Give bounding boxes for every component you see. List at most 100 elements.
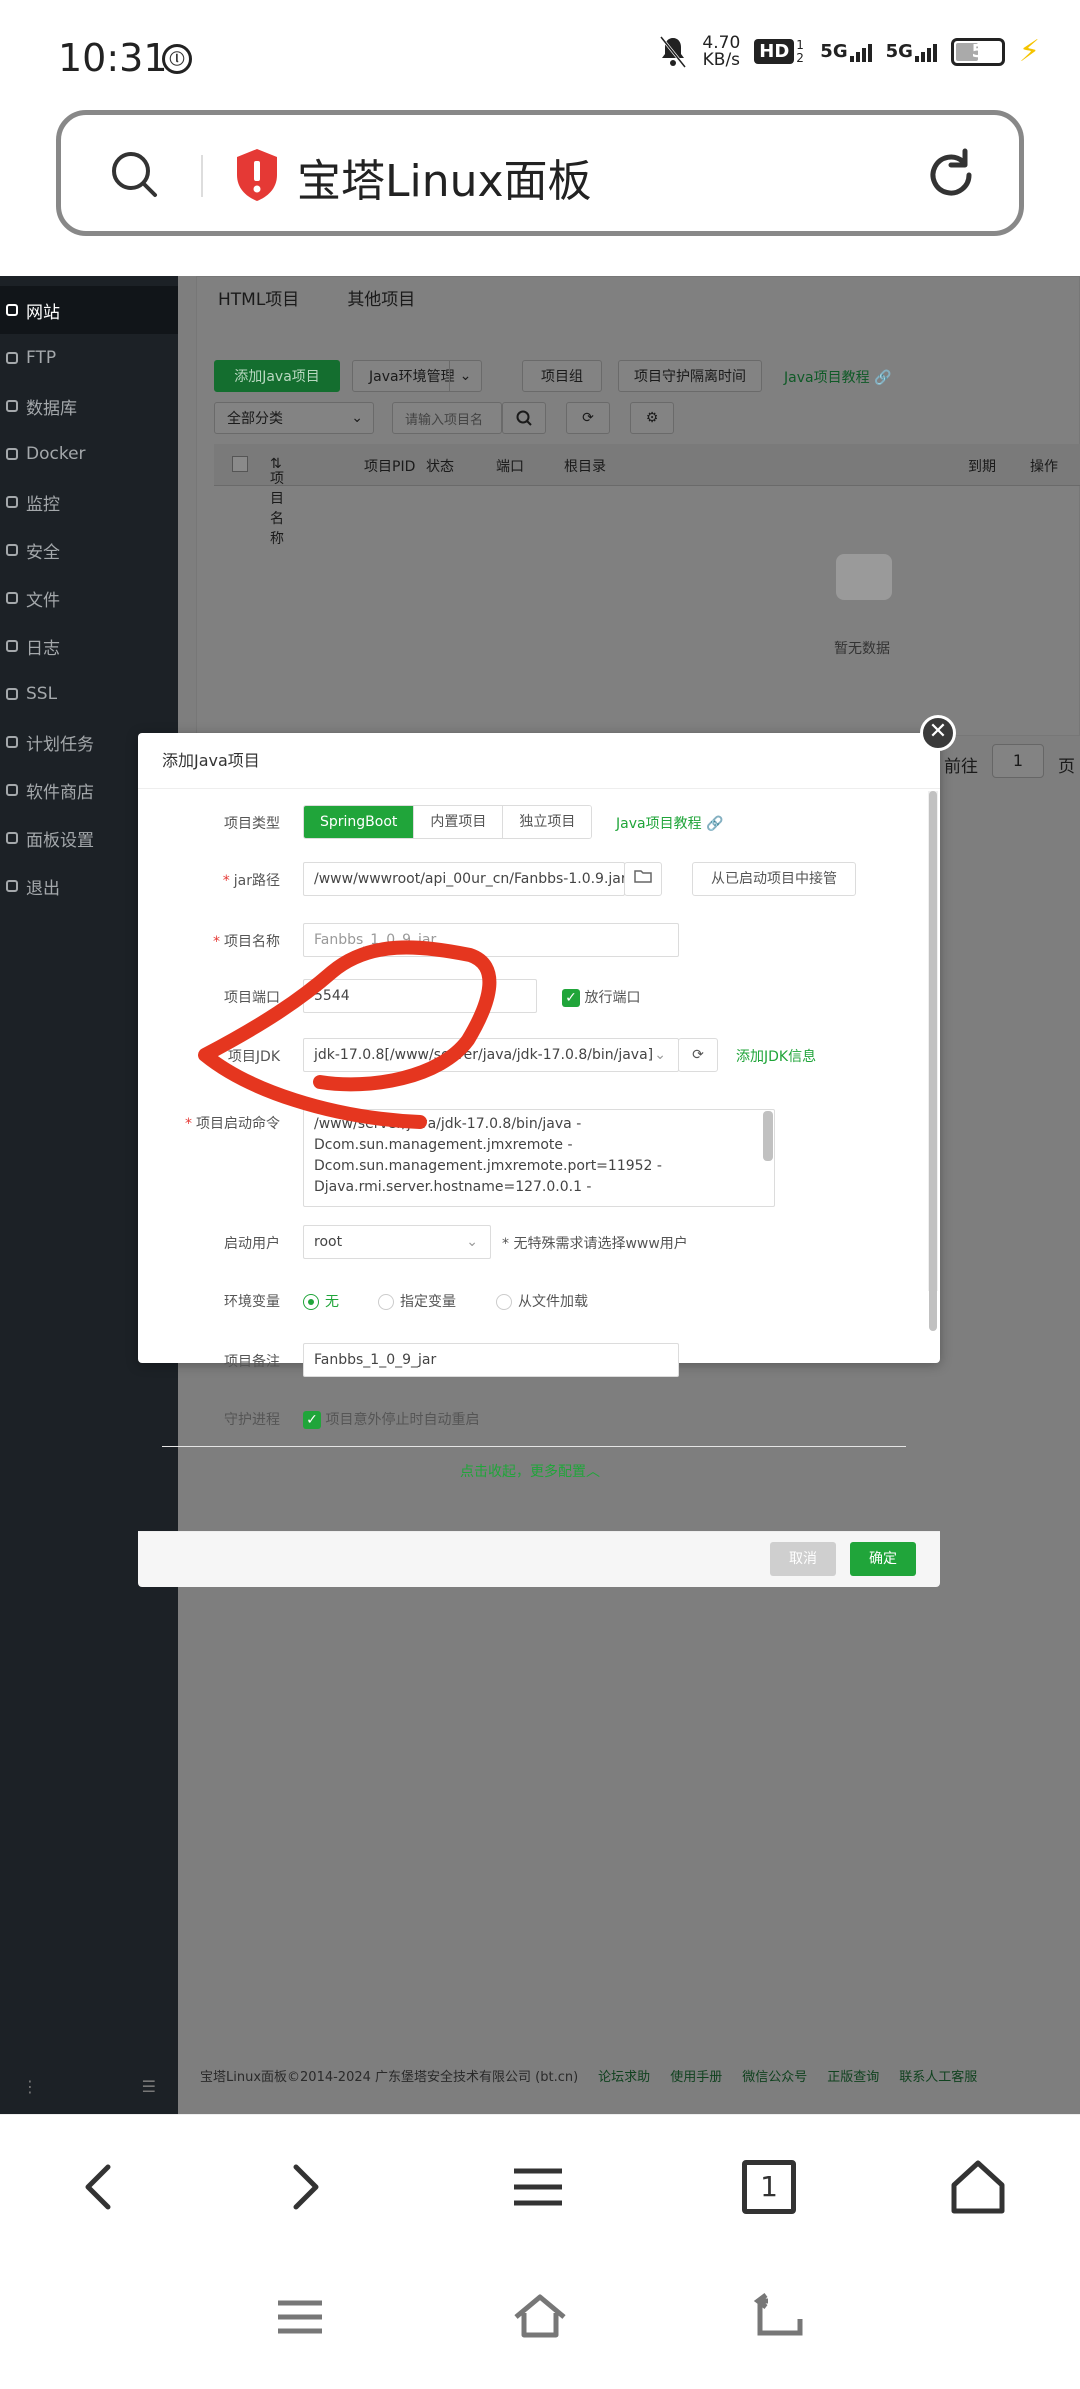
footer-link-wechat[interactable]: 微信公众号	[742, 2066, 807, 2085]
folder-browse-button[interactable]	[624, 862, 662, 896]
java-env-button[interactable]: Java环境管理 ⌄	[352, 360, 482, 392]
sidebar-item-icon	[6, 688, 18, 700]
add-jdk-link[interactable]: 添加JDK信息	[736, 1046, 816, 1066]
search-project-input[interactable]: 请输入项目名	[392, 402, 502, 434]
start-command-textarea[interactable]: /www/server/java/jdk-17.0.8/bin/java - D…	[303, 1109, 775, 1207]
sidebar-dots-icon[interactable]: ⋮	[22, 2077, 38, 2096]
cmd-scrollbar[interactable]	[763, 1111, 773, 1161]
sidebar-collapse-icon[interactable]: ☰	[142, 2077, 156, 2096]
remark-label: 项目备注	[224, 1354, 280, 1370]
jdk-label: 项目JDK	[227, 1049, 280, 1065]
open-port-checkbox[interactable]: ✓ 放行端口	[562, 987, 640, 1007]
env-option-file[interactable]: 从文件加载	[496, 1291, 588, 1311]
page-title[interactable]: 宝塔Linux面板	[297, 145, 592, 209]
footer-link-manual[interactable]: 使用手册	[670, 2066, 722, 2085]
project-type-segment: SpringBoot 内置项目 独立项目	[303, 805, 593, 839]
footer-link-support[interactable]: 联系人工客服	[899, 2066, 977, 2085]
cancel-button[interactable]: 取消	[770, 1542, 836, 1576]
menu-icon[interactable]	[506, 2155, 570, 2219]
jar-path-input[interactable]: /www/wwwroot/api_00ur_cn/Fanbbs-1.0.9.ja…	[303, 862, 625, 896]
col-status: 状态	[426, 459, 454, 475]
guard-checkbox[interactable]: ✓ 项目意外停止时自动重启	[303, 1409, 479, 1429]
tab-html-project[interactable]: HTML项目	[218, 285, 299, 310]
env-option-none[interactable]: 无	[303, 1291, 339, 1311]
guard-interval-button[interactable]: 项目守护隔离时间	[618, 360, 762, 392]
confirm-button[interactable]: 确定	[850, 1542, 916, 1576]
env-option-specify[interactable]: 指定变量	[378, 1291, 456, 1311]
sidebar-item-5[interactable]: 安全	[0, 526, 178, 574]
dialog-scrollbar[interactable]	[928, 791, 938, 1331]
type-springboot[interactable]: SpringBoot	[304, 806, 415, 838]
sidebar-item-1[interactable]: FTP	[0, 334, 178, 382]
user-select[interactable]: root ⌄	[303, 1225, 491, 1259]
system-back-icon[interactable]	[752, 2289, 808, 2345]
search-icon	[516, 410, 532, 426]
sidebar-item-icon	[6, 400, 18, 412]
sidebar-item-3[interactable]: Docker	[0, 430, 178, 478]
check-icon: ✓	[303, 1411, 321, 1429]
sidebar-item-0[interactable]: 网站	[0, 286, 178, 334]
type-standalone[interactable]: 独立项目	[503, 806, 592, 838]
search-button[interactable]	[502, 402, 546, 434]
sidebar-item-7[interactable]: 日志	[0, 622, 178, 670]
sidebar-item-6[interactable]: 文件	[0, 574, 178, 622]
footer-link-license[interactable]: 正版查询	[827, 2066, 879, 2085]
pager-goto-label: 前往	[944, 757, 978, 777]
tabs-icon[interactable]: 1	[742, 2160, 796, 2214]
forward-icon[interactable]	[272, 2155, 336, 2219]
shield-warning-icon[interactable]	[233, 147, 281, 203]
project-panel	[196, 276, 1080, 736]
select-all-checkbox[interactable]	[232, 456, 248, 472]
address-bar[interactable]: 宝塔Linux面板	[56, 110, 1024, 236]
close-icon[interactable]: ✕	[920, 715, 956, 751]
back-icon[interactable]	[68, 2155, 132, 2219]
footer-link-forum[interactable]: 论坛求助	[598, 2066, 650, 2085]
search-icon[interactable]	[109, 149, 159, 199]
project-port-input[interactable]: 5544	[303, 979, 537, 1013]
type-builtin[interactable]: 内置项目	[414, 806, 504, 838]
sidebar-item-icon	[6, 544, 18, 556]
refresh-icon: ⟳	[582, 410, 594, 426]
empty-data-icon	[836, 554, 892, 600]
jdk-select[interactable]: jdk-17.0.8[/www/server/java/jdk-17.0.8/b…	[303, 1038, 679, 1072]
home-icon[interactable]	[946, 2155, 1010, 2219]
project-table-header: 项目名称 ⇅ 项目PID 状态 端口 根目录 到期 操作	[214, 444, 1080, 547]
collapse-more-config-link[interactable]: 点击收起，更多配置︿	[460, 1461, 600, 1481]
system-home-icon[interactable]	[512, 2289, 568, 2345]
refresh-button[interactable]: ⟳	[566, 402, 610, 434]
recents-icon[interactable]	[272, 2289, 328, 2345]
sidebar-item-icon	[6, 640, 18, 652]
tab-other-project[interactable]: 其他项目	[347, 285, 415, 310]
settings-button[interactable]: ⚙	[630, 402, 674, 434]
project-name-label: * 项目名称	[213, 934, 280, 950]
footer: 宝塔Linux面板©2014-2024 广东堡塔安全技术有限公司 (bt.cn)…	[200, 2066, 977, 2085]
col-action: 操作	[1030, 459, 1058, 475]
add-java-project-button[interactable]: 添加Java项目	[214, 360, 340, 392]
sidebar-item-icon	[6, 832, 18, 844]
take-over-button[interactable]: 从已启动项目中接管	[692, 862, 856, 896]
remark-input[interactable]: Fanbbs_1_0_9_jar	[303, 1343, 679, 1377]
sidebar-item-4[interactable]: 监控	[0, 478, 178, 526]
project-name-input[interactable]: Fanbbs_1_0_9_jar	[303, 923, 679, 957]
sidebar-item-2[interactable]: 数据库	[0, 382, 178, 430]
pager-page-input[interactable]: 1	[992, 744, 1044, 778]
sidebar-item-8[interactable]: SSL	[0, 670, 178, 718]
signal-sim2-icon: 5G	[886, 41, 937, 62]
guard-label: 守护进程	[224, 1412, 280, 1428]
dialog-tutorial-link[interactable]: Java项目教程 🔗	[616, 813, 723, 833]
refresh-icon: ⟳	[692, 1047, 704, 1063]
col-project-name[interactable]: 项目名称 ⇅	[270, 456, 284, 547]
sidebar-item-label: 数据库	[26, 398, 77, 419]
sidebar-item-label: 网站	[26, 302, 60, 323]
chevron-down-icon: ⌄	[466, 1234, 478, 1250]
reload-icon[interactable]	[923, 147, 979, 203]
category-select[interactable]: 全部分类 ⌄	[214, 402, 374, 434]
sidebar-item-label: Docker	[26, 444, 86, 464]
sidebar-item-label: 软件商店	[26, 782, 94, 803]
java-tutorial-link[interactable]: Java项目教程 🔗	[784, 367, 891, 387]
chevron-down-icon[interactable]: ⌄	[449, 361, 481, 391]
sidebar-item-label: FTP	[26, 348, 57, 368]
project-group-button[interactable]: 项目组	[522, 360, 602, 392]
jdk-refresh-button[interactable]: ⟳	[678, 1038, 718, 1072]
sidebar-item-label: 日志	[26, 638, 60, 659]
